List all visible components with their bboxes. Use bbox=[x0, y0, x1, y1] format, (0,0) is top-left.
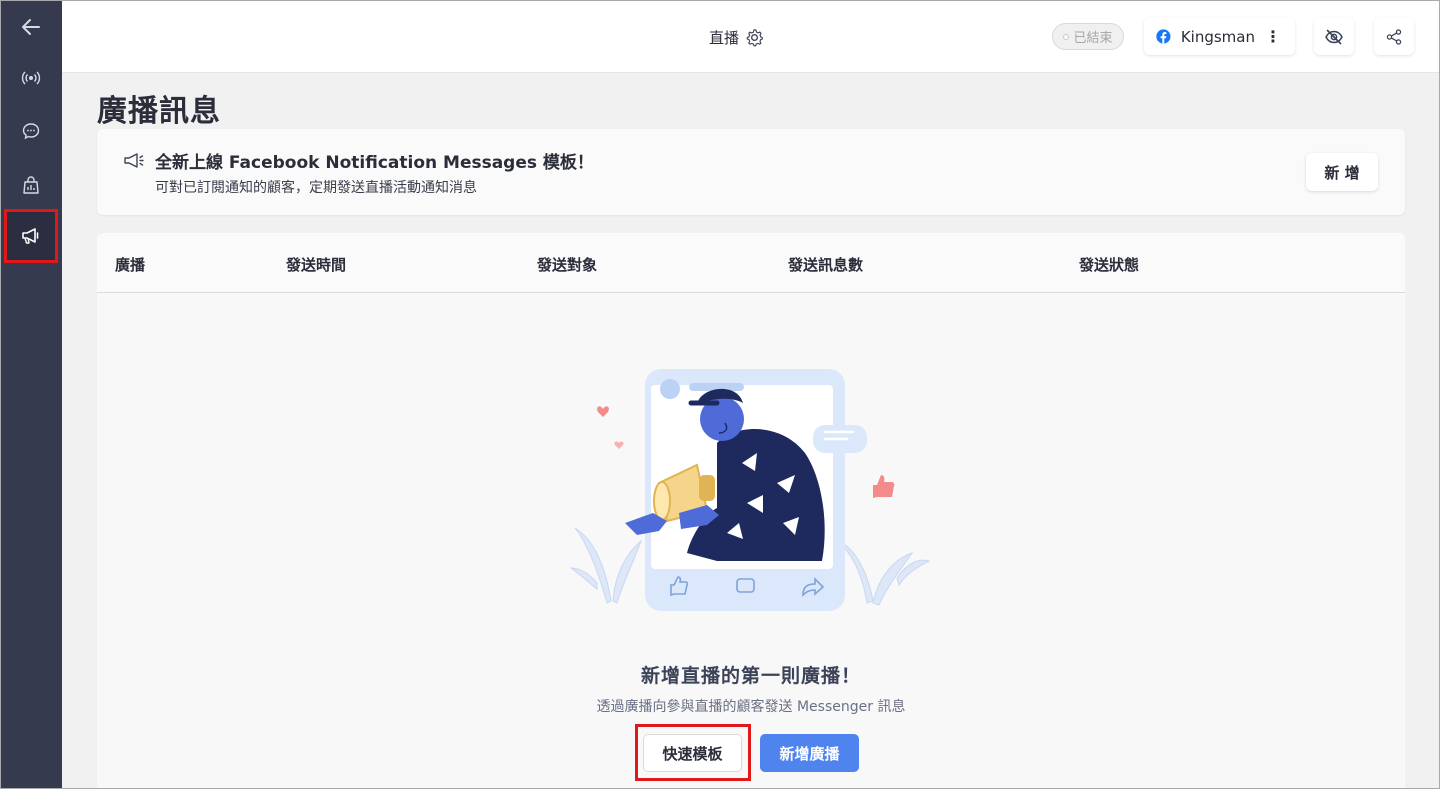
shopping-bag-icon bbox=[23, 176, 39, 194]
banner-add-button[interactable]: 新 增 bbox=[1306, 153, 1378, 191]
sidebar bbox=[0, 0, 62, 789]
eye-off-icon bbox=[1325, 29, 1343, 44]
status-dot bbox=[1063, 33, 1070, 40]
column-audience: 發送對象 bbox=[537, 256, 598, 274]
page-menu-icon[interactable]: ⋮ bbox=[1265, 27, 1281, 46]
table-header: 廣播 發送時間 發送對象 發送訊息數 發送狀態 bbox=[97, 233, 1405, 293]
sidebar-item-broadcast[interactable] bbox=[4, 209, 58, 263]
banner-subtitle: 可對已訂閱通知的顧客，定期發送直播活動通知消息 bbox=[155, 180, 477, 196]
broadcast-table: 廣播 發送時間 發送對象 發送訊息數 發送狀態 新增直播的第一則廣播！ 透過廣播… bbox=[97, 233, 1405, 789]
notification-banner: 全新上線 Facebook Notification Messages 模板！ … bbox=[97, 129, 1405, 215]
share-icon bbox=[1386, 28, 1402, 45]
status-label: 已結束 bbox=[1073, 31, 1113, 46]
empty-state-illustration bbox=[569, 369, 931, 611]
live-title: 直播 bbox=[709, 24, 764, 50]
sidebar-item-chat[interactable] bbox=[8, 108, 54, 154]
page-title: 廣播訊息 bbox=[97, 94, 221, 129]
gear-icon[interactable] bbox=[745, 28, 764, 47]
column-status: 發送狀態 bbox=[1079, 256, 1140, 274]
live-broadcast-icon bbox=[21, 71, 41, 85]
live-title-label: 直播 bbox=[709, 28, 740, 47]
column-send-time: 發送時間 bbox=[286, 256, 347, 274]
top-bar: 直播 已結束 Kingsman ⋮ bbox=[62, 0, 1440, 73]
sidebar-item-shop[interactable] bbox=[8, 162, 54, 208]
megaphone-icon bbox=[22, 228, 39, 244]
page-selector[interactable]: Kingsman ⋮ bbox=[1144, 18, 1295, 55]
column-broadcast: 廣播 bbox=[115, 256, 146, 274]
share-button[interactable] bbox=[1374, 18, 1414, 55]
new-broadcast-button[interactable]: 新增廣播 bbox=[760, 734, 859, 772]
quick-template-button[interactable]: 快速模板 bbox=[643, 734, 742, 772]
banner-title: 全新上線 Facebook Notification Messages 模板！ bbox=[155, 153, 594, 173]
page-name: Kingsman bbox=[1180, 27, 1255, 46]
megaphone-icon bbox=[124, 153, 144, 168]
empty-state-subtitle: 透過廣播向參與直播的顧客發送 Messenger 訊息 bbox=[596, 699, 906, 715]
back-button[interactable] bbox=[8, 4, 54, 50]
facebook-icon bbox=[1156, 29, 1171, 44]
status-badge: 已結束 bbox=[1052, 23, 1124, 50]
back-arrow-icon bbox=[22, 19, 40, 35]
empty-state-title: 新增直播的第一則廣播！ bbox=[640, 665, 861, 687]
hide-button[interactable] bbox=[1314, 18, 1354, 55]
chat-bubble-icon bbox=[22, 123, 40, 140]
sidebar-item-live[interactable] bbox=[8, 55, 54, 101]
column-message-count: 發送訊息數 bbox=[788, 256, 864, 274]
